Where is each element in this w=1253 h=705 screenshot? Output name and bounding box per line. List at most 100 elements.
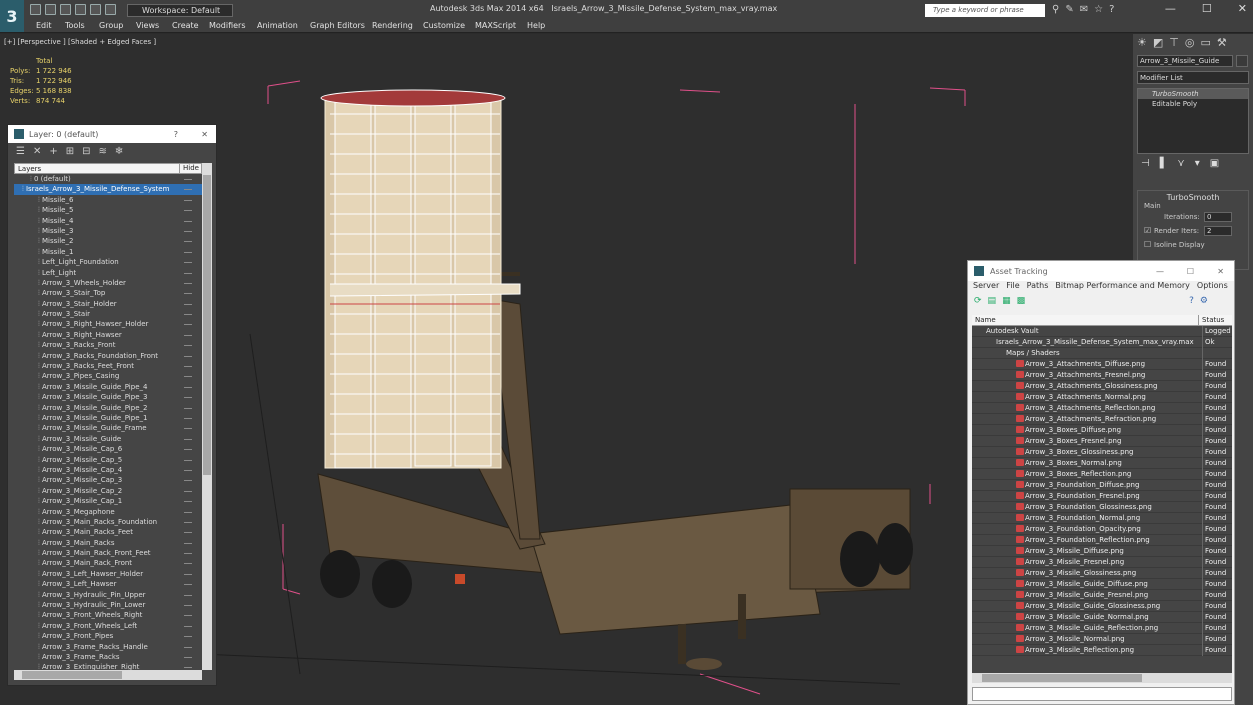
- layer-item[interactable]: ⫶ Arrow_3_Left_Hawser: [14, 579, 202, 589]
- maximize-button[interactable]: ☐: [1202, 2, 1212, 15]
- layer-item[interactable]: ⫶ Missile_1: [14, 247, 202, 257]
- layer-item[interactable]: ⫶ Israels_Arrow_3_Missile_Defense_System: [14, 184, 202, 195]
- menu-paths[interactable]: Paths: [1027, 281, 1049, 294]
- layer-list[interactable]: ⫶ 0 (default) ⫶ Israels_Arrow_3_Missile_D…: [14, 174, 202, 670]
- status-column-header[interactable]: Status: [1198, 315, 1224, 326]
- settings-icon[interactable]: ⚙: [1200, 296, 1208, 308]
- isoline-checkbox[interactable]: ☐: [1144, 238, 1151, 252]
- help-icon[interactable]: ?: [1109, 4, 1114, 15]
- favorites-icon[interactable]: ☆: [1094, 4, 1103, 15]
- show-end-result-icon[interactable]: ▌: [1160, 158, 1168, 174]
- modify-tab-icon[interactable]: ◩: [1153, 36, 1163, 50]
- layer-item[interactable]: ⫶ Arrow_3_Main_Rack_Front: [14, 558, 202, 568]
- asset-row[interactable]: Arrow_3_Boxes_Diffuse.png Found: [972, 425, 1232, 436]
- asset-row[interactable]: Arrow_3_Boxes_Reflection.png Found: [972, 469, 1232, 480]
- layer-item[interactable]: ⫶ Arrow_3_Missile_Cap_2: [14, 486, 202, 496]
- scrollbar-thumb[interactable]: [982, 674, 1142, 682]
- communication-icon[interactable]: ✉: [1080, 4, 1088, 15]
- iterations-spinner[interactable]: 0: [1204, 212, 1232, 222]
- asset-path-field[interactable]: [972, 687, 1232, 701]
- layer-item[interactable]: ⫶ Arrow_3_Right_Hawser: [14, 330, 202, 340]
- select-objects-icon[interactable]: ⊞: [66, 146, 74, 158]
- asset-row[interactable]: Arrow_3_Attachments_Glossiness.png Found: [972, 381, 1232, 392]
- hierarchy-tab-icon[interactable]: ⊤: [1169, 36, 1179, 50]
- close-button[interactable]: ✕: [1238, 2, 1247, 15]
- asset-row[interactable]: Arrow_3_Missile_Guide_Glossiness.png Foun…: [972, 601, 1232, 612]
- scrollbar-thumb[interactable]: [203, 175, 211, 475]
- menu-create[interactable]: Create: [172, 21, 199, 30]
- object-color-swatch[interactable]: [1236, 55, 1248, 67]
- asset-row[interactable]: Arrow_3_Attachments_Fresnel.png Found: [972, 370, 1232, 381]
- layer-item[interactable]: ⫶ Arrow_3_Hydraulic_Pin_Lower: [14, 600, 202, 610]
- help-button[interactable]: ?: [174, 130, 178, 139]
- asset-row[interactable]: Arrow_3_Foundation_Opacity.png Found: [972, 524, 1232, 535]
- hide-all-icon[interactable]: ≋: [99, 146, 107, 158]
- create-tab-icon[interactable]: ☀: [1137, 36, 1147, 50]
- create-layer-icon[interactable]: ☰: [16, 146, 25, 158]
- table-view-icon[interactable]: ▩: [1017, 296, 1026, 308]
- object-name-field[interactable]: Arrow_3_Missile_Guide: [1137, 55, 1233, 67]
- layer-item[interactable]: ⫶ Missile_3: [14, 226, 202, 236]
- menu-animation[interactable]: Animation: [257, 21, 298, 30]
- asset-row[interactable]: Arrow_3_Attachments_Normal.png Found: [972, 392, 1232, 403]
- asset-row[interactable]: Arrow_3_Boxes_Glossiness.png Found: [972, 447, 1232, 458]
- menu-edit[interactable]: Edit: [36, 21, 52, 30]
- scrollbar-thumb[interactable]: [22, 671, 122, 679]
- close-button[interactable]: ✕: [1217, 267, 1224, 276]
- asset-row[interactable]: Arrow_3_Boxes_Fresnel.png Found: [972, 436, 1232, 447]
- search-input[interactable]: Type a keyword or phrase: [925, 4, 1045, 17]
- asset-row[interactable]: Arrow_3_Foundation_Glossiness.png Found: [972, 502, 1232, 513]
- save-file-icon[interactable]: [60, 4, 71, 15]
- layer-horizontal-scrollbar[interactable]: [14, 670, 202, 680]
- tree-view-icon[interactable]: ▦: [1002, 296, 1011, 308]
- asset-row[interactable]: Arrow_3_Foundation_Fresnel.png Found: [972, 491, 1232, 502]
- asset-row[interactable]: Arrow_3_Attachments_Diffuse.png Found: [972, 359, 1232, 370]
- layer-item[interactable]: ⫶ Arrow_3_Pipes_Casing: [14, 371, 202, 381]
- asset-row[interactable]: Maps / Shaders: [972, 348, 1232, 359]
- layer-dialog-title-bar[interactable]: Layer: 0 (default) ? ✕: [8, 125, 216, 143]
- layer-item[interactable]: ⫶ Arrow_3_Stair_Top: [14, 288, 202, 298]
- menu-group[interactable]: Group: [99, 21, 123, 30]
- asset-horizontal-scrollbar[interactable]: [972, 673, 1232, 683]
- configure-sets-icon[interactable]: ▣: [1210, 158, 1219, 174]
- layers-column-header[interactable]: Layers: [18, 165, 41, 173]
- layer-item[interactable]: ⫶ Arrow_3_Missile_Guide_Pipe_4: [14, 382, 202, 392]
- menu-customize[interactable]: Customize: [423, 21, 465, 30]
- menu-file[interactable]: File: [1006, 281, 1019, 294]
- display-tab-icon[interactable]: ▭: [1200, 36, 1210, 50]
- utilities-tab-icon[interactable]: ⚒: [1217, 36, 1227, 50]
- asset-row[interactable]: Arrow_3_Boxes_Normal.png Found: [972, 458, 1232, 469]
- layer-item[interactable]: ⫶ Arrow_3_Missile_Guide_Pipe_2: [14, 403, 202, 413]
- layer-item[interactable]: ⫶ Arrow_3_Missile_Guide_Pipe_1: [14, 413, 202, 423]
- asset-row[interactable]: Arrow_3_Foundation_Normal.png Found: [972, 513, 1232, 524]
- asset-dialog-title-bar[interactable]: Asset Tracking — ☐ ✕: [968, 261, 1234, 281]
- asset-row[interactable]: Arrow_3_Missile_Normal.png Found: [972, 634, 1232, 645]
- help-icon[interactable]: ?: [1189, 296, 1194, 308]
- layer-item[interactable]: ⫶ Missile_2: [14, 236, 202, 246]
- open-file-icon[interactable]: [45, 4, 56, 15]
- menu-graph-editors[interactable]: Graph Editors: [310, 21, 365, 30]
- layer-item[interactable]: ⫶ Arrow_3_Left_Hawser_Holder: [14, 569, 202, 579]
- minimize-button[interactable]: —: [1156, 267, 1164, 276]
- layer-item[interactable]: ⫶ Arrow_3_Missile_Guide_Pipe_3: [14, 392, 202, 402]
- layer-item[interactable]: ⫶ Arrow_3_Wheels_Holder: [14, 278, 202, 288]
- minimize-button[interactable]: —: [1165, 2, 1176, 15]
- layer-item[interactable]: ⫶ Arrow_3_Right_Hawser_Holder: [14, 319, 202, 329]
- menu-help[interactable]: Help: [527, 21, 545, 30]
- project-folder-icon[interactable]: [105, 4, 116, 15]
- layer-item[interactable]: ⫶ Arrow_3_Main_Racks_Foundation: [14, 517, 202, 527]
- stack-item-editable-poly[interactable]: Editable Poly: [1138, 99, 1248, 109]
- modifier-stack[interactable]: TurboSmooth Editable Poly: [1137, 88, 1249, 154]
- asset-row[interactable]: Arrow_3_Missile_Glossiness.png Found: [972, 568, 1232, 579]
- layer-item[interactable]: ⫶ Missile_4: [14, 216, 202, 226]
- remove-modifier-icon[interactable]: ▾: [1195, 158, 1200, 174]
- asset-row[interactable]: Arrow_3_Attachments_Reflection.png Found: [972, 403, 1232, 414]
- asset-row[interactable]: Autodesk Vault Logged: [972, 326, 1232, 337]
- asset-table[interactable]: Name Status Autodesk Vault Logged Israels_…: [972, 315, 1232, 673]
- asset-row[interactable]: Arrow_3_Missile_Guide_Normal.png Found: [972, 612, 1232, 623]
- highlight-layer-icon[interactable]: ⊟: [82, 146, 90, 158]
- menu-rendering[interactable]: Rendering: [372, 21, 413, 30]
- menu-bitmap-performance[interactable]: Bitmap Performance and Memory: [1055, 281, 1190, 294]
- render-iters-spinner[interactable]: 2: [1204, 226, 1232, 236]
- motion-tab-icon[interactable]: ◎: [1185, 36, 1195, 50]
